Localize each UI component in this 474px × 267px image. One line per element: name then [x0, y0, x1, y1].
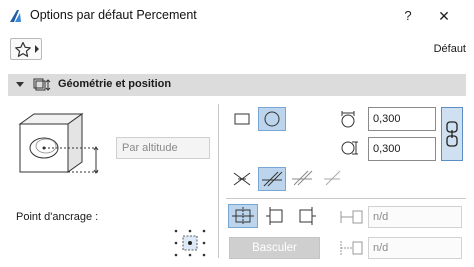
horizontal-offset-icon — [340, 210, 363, 224]
cut-option-4-icon — [324, 170, 341, 186]
height-dimension-icon — [341, 141, 358, 155]
window-title: Options par défaut Percement — [30, 8, 197, 22]
horizontal-offset-field[interactable]: n/d — [368, 206, 462, 228]
rectangle-icon — [234, 113, 250, 125]
rectangular-shape-button[interactable] — [228, 107, 256, 131]
align-right-icon — [299, 207, 316, 225]
favorites-button[interactable] — [10, 38, 42, 60]
align-left-button[interactable] — [262, 204, 290, 228]
archicad-app-icon — [10, 10, 21, 22]
height-input[interactable]: 0,300 — [368, 137, 436, 161]
circular-shape-button[interactable] — [258, 107, 286, 131]
close-button[interactable]: ✕ — [434, 6, 454, 26]
cut-option-3-button[interactable] — [288, 167, 316, 191]
chain-link-icon — [446, 121, 458, 147]
collapse-triangle-icon[interactable] — [16, 82, 24, 87]
panel-divider — [218, 104, 219, 258]
align-right-button[interactable] — [292, 204, 320, 228]
anchor-point-label: Point d'ancrage : — [16, 211, 99, 223]
width-input[interactable]: 0,300 — [368, 107, 436, 131]
altitude-mode-button[interactable]: Par altitude — [116, 137, 210, 159]
cut-option-1-icon — [233, 172, 251, 186]
cut-option-1-button[interactable] — [228, 167, 256, 191]
width-dimension-icon — [341, 111, 355, 128]
align-center-button[interactable] — [228, 204, 258, 228]
cut-option-2-button[interactable] — [258, 167, 286, 191]
options-divider — [226, 198, 466, 199]
align-center-icon — [232, 207, 254, 225]
geometry-position-icon — [33, 78, 51, 91]
link-dimensions-button[interactable] — [441, 107, 463, 161]
cut-option-2-icon — [262, 171, 283, 187]
anchor-point-grid[interactable] — [172, 228, 208, 258]
cut-option-4-button[interactable] — [318, 167, 346, 191]
opening-preview-image — [18, 113, 100, 174]
cut-option-3-icon — [292, 170, 313, 186]
help-button[interactable]: ? — [398, 6, 418, 26]
circle-icon — [264, 111, 280, 127]
vertical-offset-field[interactable]: n/d — [368, 237, 462, 259]
vertical-offset-icon — [340, 241, 363, 255]
section-header-geometry[interactable]: Géométrie et position — [8, 74, 466, 96]
dropdown-arrow-icon — [35, 45, 39, 53]
star-icon — [15, 41, 31, 57]
preset-label: Défaut — [433, 43, 466, 55]
title-bar: Options par défaut Percement ? ✕ — [0, 0, 474, 32]
section-title: Géométrie et position — [58, 78, 172, 90]
flip-button[interactable]: Basculer — [229, 237, 320, 259]
align-left-icon — [266, 207, 283, 225]
